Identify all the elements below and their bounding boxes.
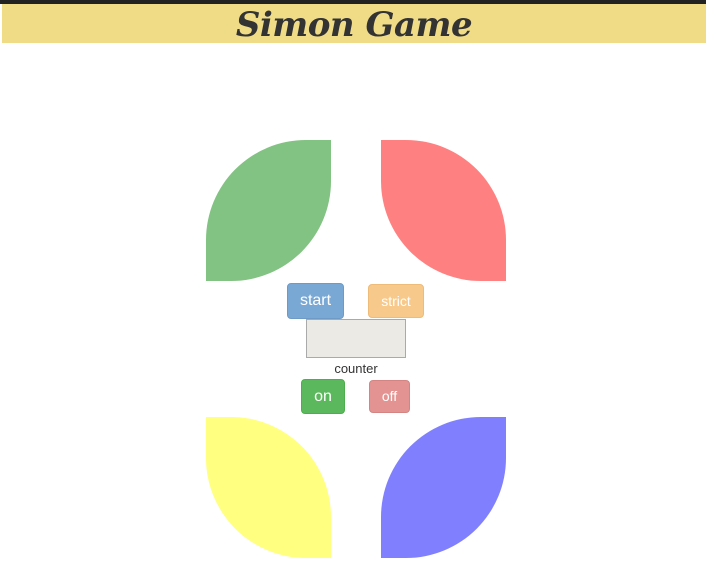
off-button[interactable]: off <box>369 380 410 413</box>
counter-label: counter <box>334 361 378 376</box>
header-banner: Simon Game <box>2 4 706 45</box>
blue-pad[interactable] <box>381 417 506 558</box>
yellow-pad[interactable] <box>206 417 331 558</box>
page-title: Simon Game <box>235 5 473 45</box>
red-pad[interactable] <box>381 140 506 281</box>
start-button[interactable]: start <box>287 283 344 319</box>
strict-button[interactable]: strict <box>368 284 424 318</box>
on-button[interactable]: on <box>301 379 345 414</box>
counter-display <box>306 319 406 358</box>
green-pad[interactable] <box>206 140 331 281</box>
